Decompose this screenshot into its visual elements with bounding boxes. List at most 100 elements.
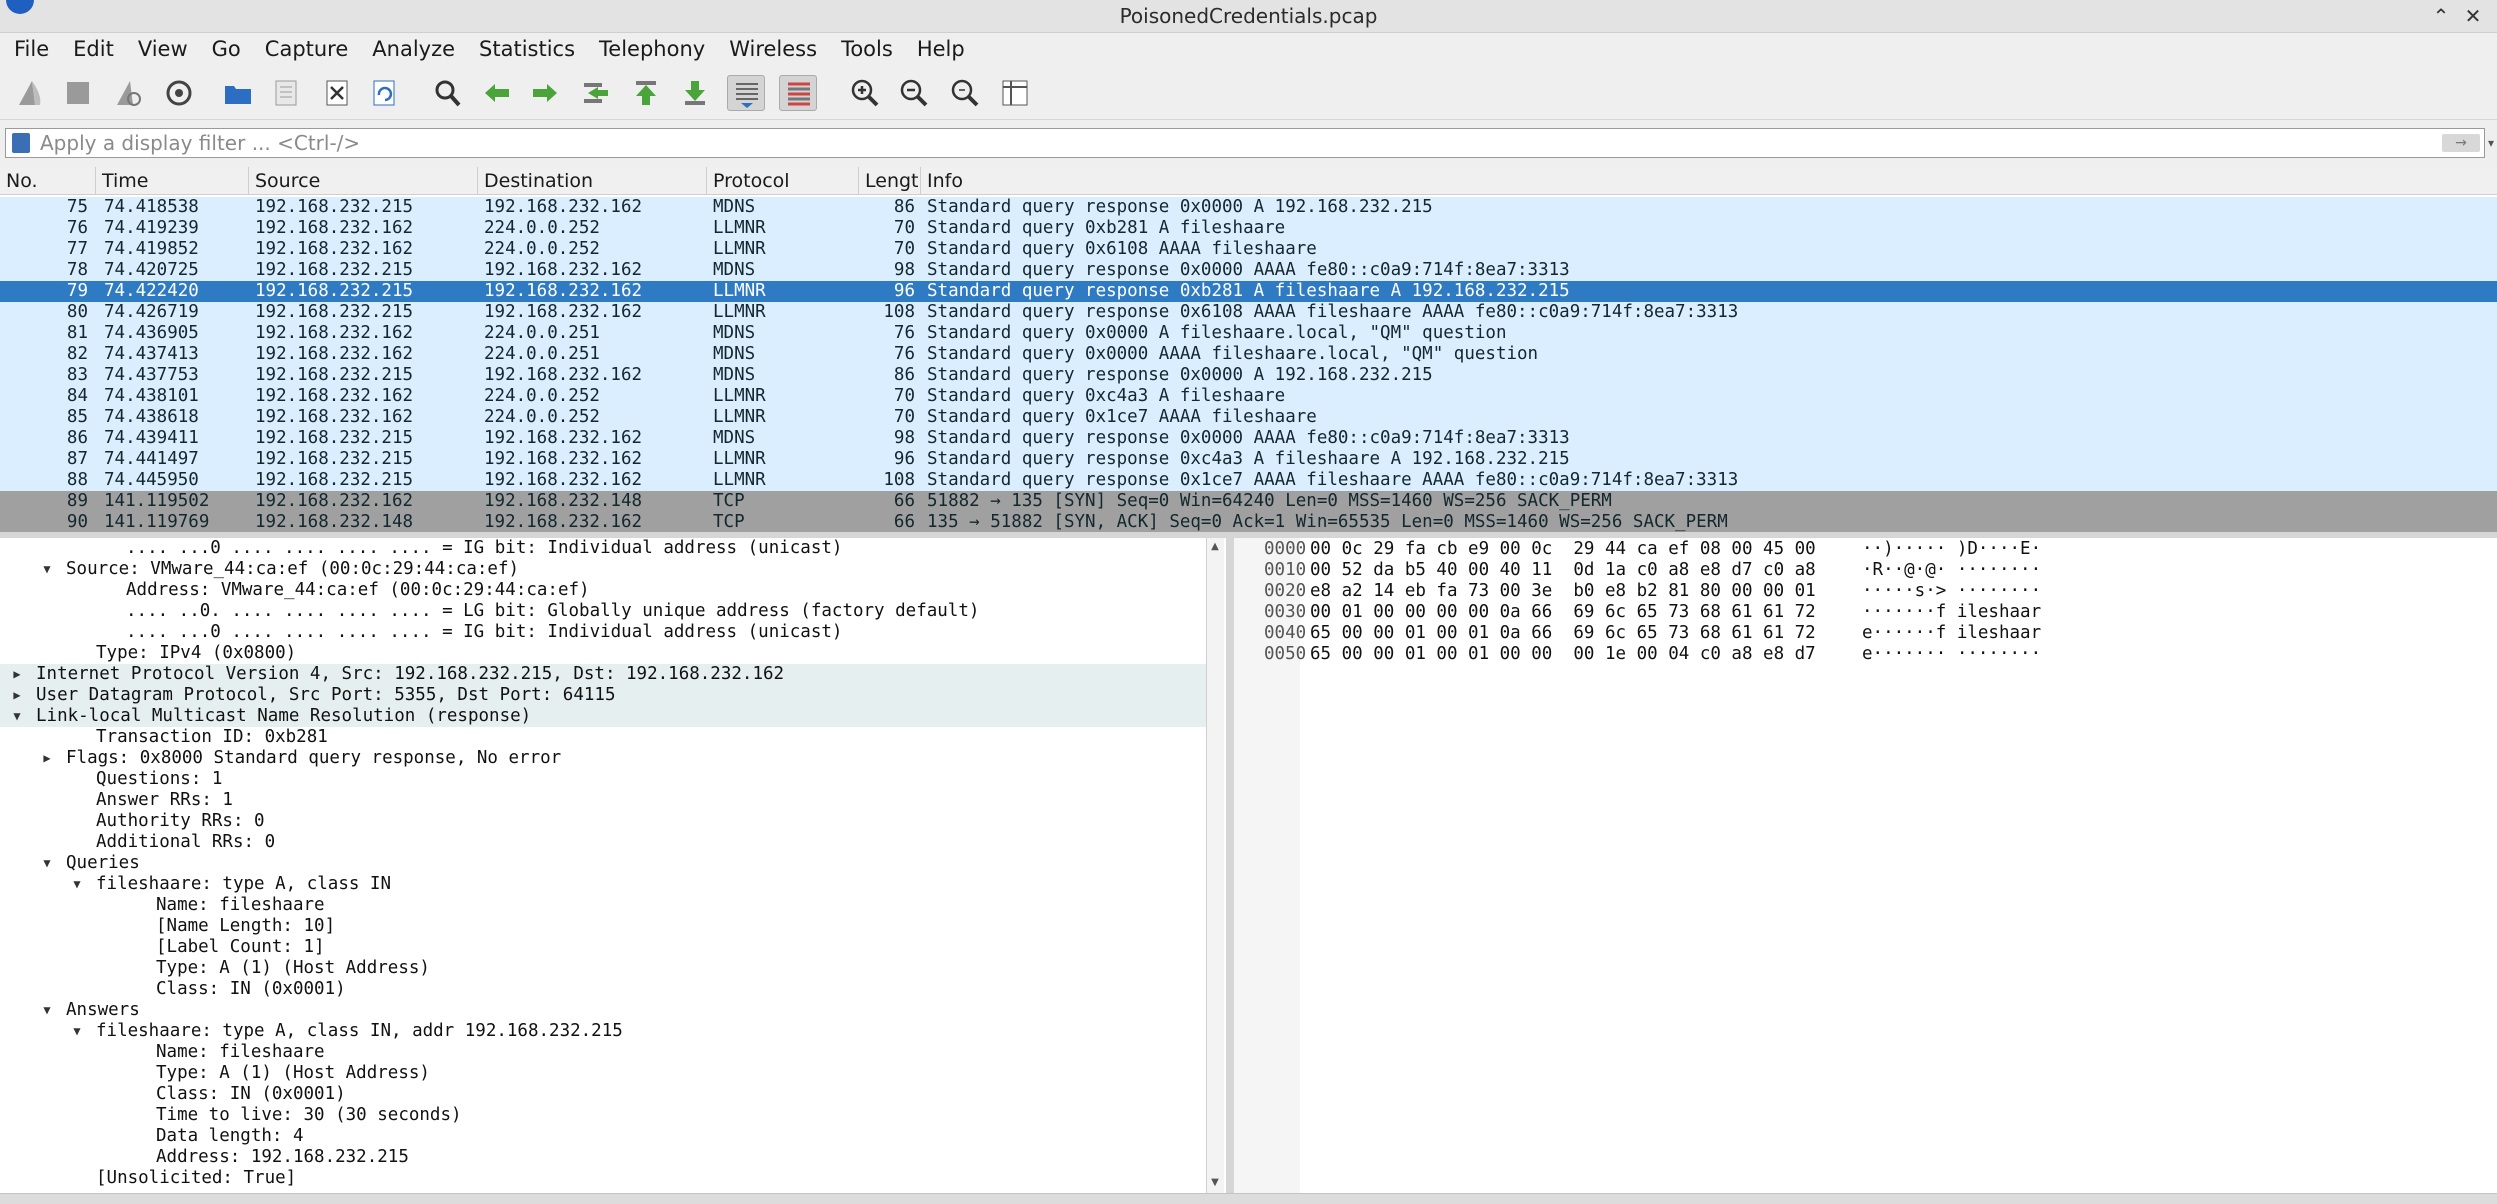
detail-tree-item[interactable]: Authority RRs: 0 xyxy=(0,811,1206,832)
detail-tree-item[interactable]: ▼ fileshaare: type A, class IN xyxy=(0,874,1206,895)
detail-tree-item[interactable]: Name: fileshaare xyxy=(0,1042,1206,1063)
packet-row[interactable]: 78 74.420725 192.168.232.215 192.168.232.16… xyxy=(0,260,2497,281)
detail-tree-item[interactable]: Type: A (1) (Host Address) xyxy=(0,1063,1206,1084)
packet-row[interactable]: 76 74.419239 192.168.232.162 224.0.0.252 LLM… xyxy=(0,218,2497,239)
menu-capture[interactable]: Capture xyxy=(251,34,359,64)
detail-tree-item[interactable]: Class: IN (0x0001) xyxy=(0,1084,1206,1105)
menu-telephony[interactable]: Telephony xyxy=(585,34,715,64)
packet-row[interactable]: 82 74.437413 192.168.232.162 224.0.0.251 MDN… xyxy=(0,344,2497,365)
details-scrollbar[interactable]: ▲ ▼ xyxy=(1206,538,1224,1193)
hex-bytes[interactable]: 00 52 da b5 40 00 40 11 0d 1a c0 a8 e8 d… xyxy=(1310,560,1816,581)
hex-bytes[interactable]: e8 a2 14 eb fa 73 00 3e b0 e8 b2 81 80 0… xyxy=(1310,581,1816,602)
tree-expanded-icon[interactable]: ▼ xyxy=(40,1000,54,1021)
close-file-icon[interactable] xyxy=(318,75,356,111)
detail-tree-item[interactable]: ▶ Internet Protocol Version 4, Src: 192.1… xyxy=(0,664,1206,685)
detail-tree-item[interactable]: Additional RRs: 0 xyxy=(0,832,1206,853)
resize-columns-icon[interactable] xyxy=(996,75,1034,111)
detail-tree-item[interactable]: Time to live: 30 (30 seconds) xyxy=(0,1105,1206,1126)
detail-tree-item[interactable]: ▼ Queries xyxy=(0,853,1206,874)
hex-ascii[interactable]: ·R··@·@· ········ xyxy=(1862,560,2041,581)
packet-row[interactable]: 90 141.119769 192.168.232.148 192.168.232.1… xyxy=(0,512,2497,532)
hex-ascii[interactable]: ·······f ileshaar xyxy=(1862,602,2041,623)
packet-row[interactable]: 75 74.418538 192.168.232.215 192.168.232.16… xyxy=(0,197,2497,218)
detail-tree-item[interactable]: Data length: 4 xyxy=(0,1126,1206,1147)
detail-tree-item[interactable]: Type: IPv4 (0x0800) xyxy=(0,643,1206,664)
zoom-reset-icon[interactable] xyxy=(946,75,984,111)
packet-row[interactable]: 89 141.119502 192.168.232.162 192.168.232.1… xyxy=(0,491,2497,512)
open-file-icon[interactable] xyxy=(219,75,257,111)
detail-tree-item[interactable]: [Label Count: 1] xyxy=(0,937,1206,958)
detail-tree-item[interactable]: Address: 192.168.232.215 xyxy=(0,1147,1206,1168)
column-header-no[interactable]: No. xyxy=(0,167,96,195)
go-to-packet-icon[interactable] xyxy=(577,75,615,111)
tree-expanded-icon[interactable]: ▼ xyxy=(70,874,84,895)
find-packet-icon[interactable] xyxy=(428,75,466,111)
autoscroll-icon[interactable] xyxy=(727,75,765,111)
hex-bytes[interactable]: 00 0c 29 fa cb e9 00 0c 29 44 ca ef 08 0… xyxy=(1310,539,1816,560)
packet-row[interactable]: 80 74.426719 192.168.232.215 192.168.232.16… xyxy=(0,302,2497,323)
packet-row[interactable]: 77 74.419852 192.168.232.162 224.0.0.252 LLM… xyxy=(0,239,2497,260)
tree-expanded-icon[interactable]: ▼ xyxy=(40,853,54,874)
shark-fin-start-icon[interactable] xyxy=(11,75,49,111)
detail-tree-item[interactable]: Questions: 1 xyxy=(0,769,1206,790)
save-file-icon[interactable] xyxy=(267,75,305,111)
packet-row[interactable]: 87 74.441497 192.168.232.215 192.168.232.16… xyxy=(0,449,2497,470)
go-back-icon[interactable] xyxy=(478,75,516,111)
hex-bytes[interactable]: 65 00 00 01 00 01 0a 66 69 6c 65 73 68 6… xyxy=(1310,623,1816,644)
menu-file[interactable]: File xyxy=(0,34,59,64)
packet-row[interactable]: 88 74.445950 192.168.232.215 192.168.232.16… xyxy=(0,470,2497,491)
menu-view[interactable]: View xyxy=(124,34,198,64)
detail-tree-item[interactable]: Transaction ID: 0xb281 xyxy=(0,727,1206,748)
go-forward-icon[interactable] xyxy=(526,75,564,111)
column-header-protocol[interactable]: Protocol xyxy=(707,167,859,195)
detail-tree-item[interactable]: Type: A (1) (Host Address) xyxy=(0,958,1206,979)
detail-tree-item[interactable]: .... ...0 .... .... .... .... = IG bit: … xyxy=(0,622,1206,643)
menu-wireless[interactable]: Wireless xyxy=(715,34,827,64)
column-header-destination[interactable]: Destination xyxy=(478,167,707,195)
detail-tree-item[interactable]: ▼ Link-local Multicast Name Resolution (r… xyxy=(0,706,1206,727)
packet-row[interactable]: 85 74.438618 192.168.232.162 224.0.0.252 LLM… xyxy=(0,407,2497,428)
hex-ascii[interactable]: e······f ileshaar xyxy=(1862,623,2041,644)
detail-tree-item[interactable]: ▶ Flags: 0x8000 Standard query response, … xyxy=(0,748,1206,769)
stop-capture-icon[interactable] xyxy=(59,75,97,111)
zoom-out-icon[interactable] xyxy=(895,75,933,111)
tree-collapsed-icon[interactable]: ▶ xyxy=(10,664,24,685)
column-header-source[interactable]: Source xyxy=(249,167,478,195)
pane-splitter-vertical[interactable] xyxy=(1226,538,1234,1193)
packet-row-selected[interactable]: 79 74.422420 192.168.232.215 192.168.232.16… xyxy=(0,281,2497,302)
close-button[interactable]: ✕ xyxy=(2458,0,2488,33)
detail-tree-item[interactable]: Answer RRs: 1 xyxy=(0,790,1206,811)
packet-row[interactable]: 81 74.436905 192.168.232.162 224.0.0.251 MDN… xyxy=(0,323,2497,344)
colorize-icon[interactable] xyxy=(779,75,817,111)
menu-analyze[interactable]: Analyze xyxy=(358,34,465,64)
restart-capture-icon[interactable] xyxy=(109,75,147,111)
packet-row[interactable]: 83 74.437753 192.168.232.215 192.168.232.16… xyxy=(0,365,2497,386)
tree-expanded-icon[interactable]: ▼ xyxy=(10,706,24,727)
tree-collapsed-icon[interactable]: ▶ xyxy=(40,748,54,769)
first-packet-icon[interactable] xyxy=(627,75,665,111)
scroll-up-icon[interactable]: ▲ xyxy=(1207,540,1223,554)
zoom-in-icon[interactable] xyxy=(846,75,884,111)
hex-bytes[interactable]: 65 00 00 01 00 01 00 00 00 1e 00 04 c0 a… xyxy=(1310,644,1816,665)
menu-go[interactable]: Go xyxy=(198,34,251,64)
detail-tree-item[interactable]: ▼ Source: VMware_44:ca:ef (00:0c:29:44:ca… xyxy=(0,559,1206,580)
menu-statistics[interactable]: Statistics xyxy=(465,34,585,64)
detail-tree-item[interactable]: [Unsolicited: True] xyxy=(0,1168,1206,1189)
hex-bytes[interactable]: 00 01 00 00 00 00 0a 66 69 6c 65 73 68 6… xyxy=(1310,602,1816,623)
display-filter-input[interactable] xyxy=(40,129,2420,157)
column-header-time[interactable]: Time xyxy=(96,167,249,195)
detail-tree-item[interactable]: ▼ Answers xyxy=(0,1000,1206,1021)
menu-help[interactable]: Help xyxy=(903,34,975,64)
hex-ascii[interactable]: ··)····· )D····E· xyxy=(1862,539,2041,560)
apply-filter-button[interactable]: → xyxy=(2442,134,2480,152)
last-packet-icon[interactable] xyxy=(676,75,714,111)
detail-tree-item[interactable]: Address: VMware_44:ca:ef (00:0c:29:44:ca… xyxy=(0,580,1206,601)
detail-tree-item[interactable]: .... ...0 .... .... .... .... = IG bit: … xyxy=(0,538,1206,559)
menu-edit[interactable]: Edit xyxy=(59,34,124,64)
packet-row[interactable]: 86 74.439411 192.168.232.215 192.168.232.16… xyxy=(0,428,2497,449)
column-header-length[interactable]: Length xyxy=(859,167,921,195)
reload-file-icon[interactable] xyxy=(365,75,403,111)
filter-bookmark-icon[interactable] xyxy=(12,133,30,153)
tree-expanded-icon[interactable]: ▼ xyxy=(70,1021,84,1042)
hex-ascii[interactable]: e······· ········ xyxy=(1862,644,2041,665)
